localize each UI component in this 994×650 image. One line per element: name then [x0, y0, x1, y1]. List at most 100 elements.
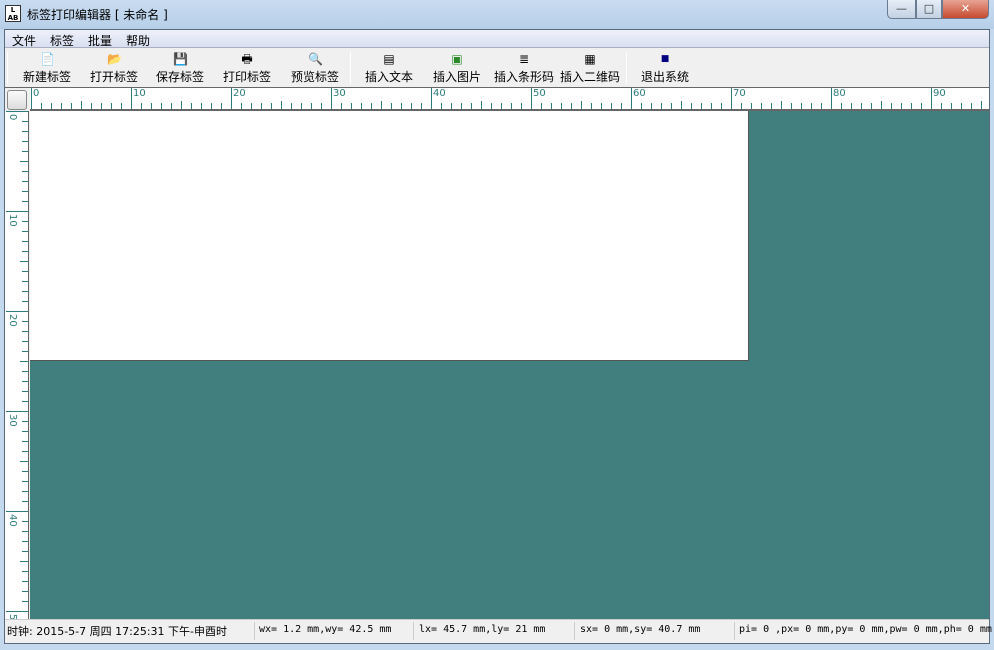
ruler-tick — [561, 103, 562, 109]
ruler-tick — [261, 103, 262, 109]
close-button[interactable]: ✕ — [942, 0, 989, 19]
label-canvas[interactable] — [30, 111, 749, 361]
ruler-tick — [661, 103, 662, 109]
menu-bar: 文件 标签 批量 帮助 — [5, 30, 989, 48]
title-bar: L AB 标签打印编辑器 [ 未命名 ] — □ ✕ — [0, 0, 994, 29]
ruler-tick — [22, 381, 28, 382]
ruler-tick — [71, 103, 72, 109]
ruler-tick — [371, 103, 372, 109]
ruler-tick — [861, 103, 862, 109]
ruler-tick — [22, 331, 28, 332]
ruler-tick — [22, 191, 28, 192]
ruler-tick — [22, 371, 28, 372]
ruler-tick — [441, 103, 442, 109]
ruler-tick — [22, 351, 28, 352]
ruler-tick — [141, 103, 142, 109]
ruler-tick — [22, 401, 28, 402]
ruler-tick — [201, 103, 202, 109]
ruler-label: 60 — [633, 88, 646, 99]
ruler-tick — [881, 101, 882, 109]
ruler-tick — [931, 88, 932, 109]
status-wxy: wx= 1.2 mm,wy= 42.5 mm — [259, 624, 392, 635]
ruler-label: 40 — [7, 514, 18, 527]
print-label-button[interactable]: 🖶 打印标签 — [220, 50, 274, 86]
ruler-label: 70 — [733, 88, 746, 99]
ruler-tick — [22, 221, 28, 222]
ruler-tick — [231, 88, 232, 109]
ruler-tick — [701, 103, 702, 109]
status-bar: 时钟: 2015-5-7 周四 17:25:31 下午-申酉时 wx= 1.2 … — [5, 619, 992, 643]
ruler-tick — [681, 101, 682, 109]
ruler-tick — [6, 311, 28, 312]
exit-icon: ■ — [660, 54, 670, 64]
button-label: 插入图片 — [432, 70, 481, 84]
ruler-corner-button[interactable] — [7, 90, 27, 110]
status-lxy: lx= 45.7 mm,ly= 21 mm — [419, 624, 546, 635]
ruler-tick — [271, 103, 272, 109]
ruler-tick — [31, 88, 32, 109]
ruler-tick — [471, 103, 472, 109]
insert-text-button[interactable]: ▤ 插入文本 — [362, 50, 416, 86]
ruler-tick — [22, 181, 28, 182]
ruler-tick — [22, 131, 28, 132]
status-clock: 时钟: 2015-5-7 周四 17:25:31 下午-申酉时 — [7, 625, 227, 638]
menu-label[interactable]: 标签 — [50, 32, 74, 49]
ruler-tick — [22, 171, 28, 172]
ruler-tick — [101, 103, 102, 109]
ruler-tick — [481, 101, 482, 109]
ruler-tick — [351, 103, 352, 109]
design-workspace[interactable] — [30, 111, 989, 619]
ruler-tick — [691, 103, 692, 109]
ruler-tick — [22, 551, 28, 552]
barcode-icon: ≣ — [518, 52, 530, 66]
button-label: 插入文本 — [364, 70, 413, 84]
ruler-tick — [831, 88, 832, 109]
menu-help[interactable]: 帮助 — [126, 32, 150, 49]
ruler-tick — [81, 101, 82, 109]
image-icon: ▣ — [451, 52, 463, 66]
ruler-tick — [22, 581, 28, 582]
button-label: 预览标签 — [290, 70, 339, 84]
ruler-tick — [871, 103, 872, 109]
insert-image-button[interactable]: ▣ 插入图片 — [430, 50, 484, 86]
ruler-tick — [601, 103, 602, 109]
qrcode-icon: ▦ — [584, 52, 596, 66]
ruler-tick — [20, 461, 28, 462]
ruler-tick — [821, 103, 822, 109]
ruler-tick — [241, 103, 242, 109]
ruler-tick — [961, 103, 962, 109]
insert-barcode-button[interactable]: ≣ 插入条形码 — [492, 50, 556, 86]
ruler-tick — [20, 261, 28, 262]
new-label-button[interactable]: 📄 新建标签 — [20, 50, 74, 86]
ruler-tick — [191, 103, 192, 109]
ruler-tick — [911, 103, 912, 109]
ruler-tick — [22, 431, 28, 432]
printer-icon: 🖶 — [241, 52, 253, 66]
menu-file[interactable]: 文件 — [12, 32, 36, 49]
ruler-tick — [22, 391, 28, 392]
ruler-label: 20 — [7, 314, 18, 327]
minimize-button[interactable]: — — [887, 0, 916, 19]
ruler-tick — [22, 291, 28, 292]
ruler-tick — [6, 111, 28, 112]
vertical-ruler: 01020304050 — [5, 111, 29, 627]
ruler-tick — [22, 591, 28, 592]
save-label-button[interactable]: 💾 保存标签 — [153, 50, 207, 86]
ruler-label: 10 — [133, 88, 146, 99]
maximize-button[interactable]: □ — [916, 0, 942, 19]
exit-button[interactable]: ■ 退出系统 — [638, 50, 692, 86]
button-label: 插入二维码 — [559, 70, 620, 84]
ruler-tick — [251, 103, 252, 109]
ruler-label: 10 — [7, 214, 18, 227]
open-label-button[interactable]: 📂 打开标签 — [87, 50, 141, 86]
menu-batch[interactable]: 批量 — [88, 32, 112, 49]
ruler-tick — [291, 103, 292, 109]
status-sxy: sx= 0 mm,sy= 40.7 mm — [580, 624, 701, 635]
preview-label-button[interactable]: 🔍 预览标签 — [288, 50, 342, 86]
window-title: 标签打印编辑器 [ 未命名 ] — [27, 8, 168, 22]
ruler-tick — [181, 101, 182, 109]
new-file-icon: 📄 — [40, 52, 55, 66]
insert-qrcode-button[interactable]: ▦ 插入二维码 — [558, 50, 622, 86]
ruler-tick — [921, 103, 922, 109]
button-label: 插入条形码 — [493, 70, 554, 84]
